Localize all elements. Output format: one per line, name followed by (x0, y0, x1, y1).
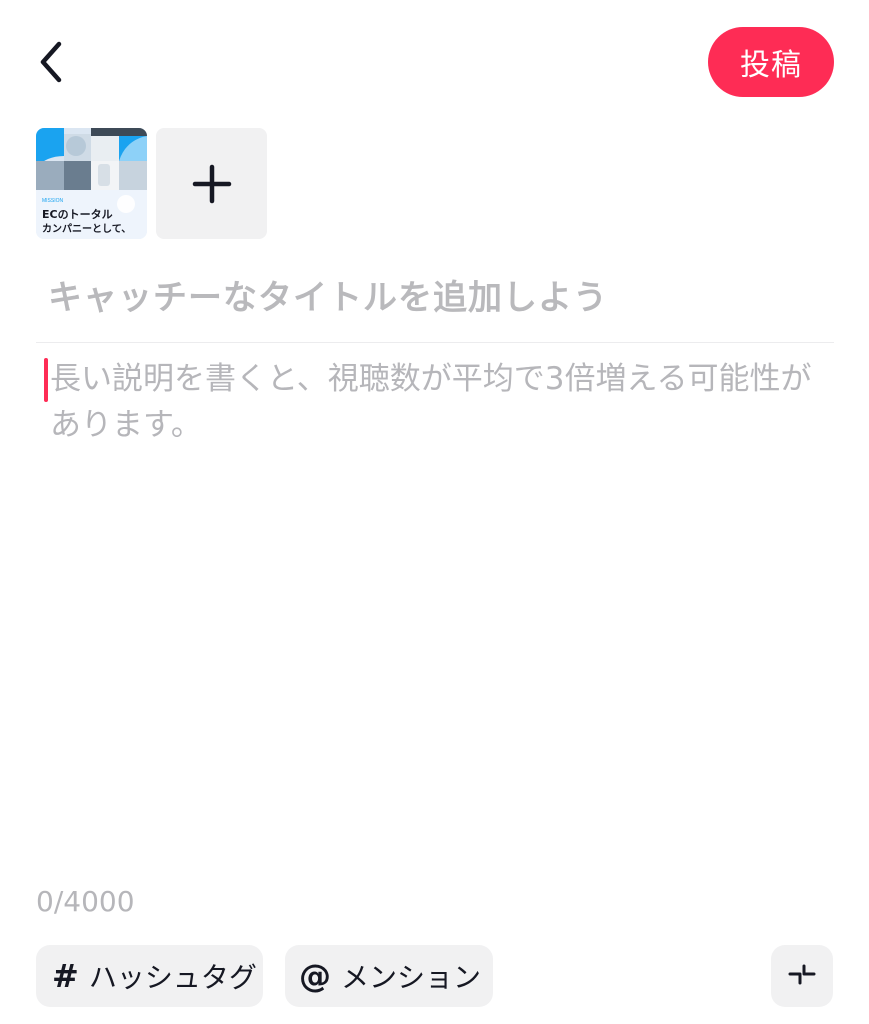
back-button[interactable] (28, 36, 76, 88)
thumbnail-line1: ECのトータル (42, 208, 113, 221)
hashtag-label: ハッシュタグ (88, 961, 257, 994)
post-button[interactable]: 投稿 (708, 27, 834, 97)
text-caret (44, 358, 48, 402)
media-thumbnail[interactable]: MISSION ECのトータル カンパニーとして、 (36, 128, 147, 239)
chevron-left-icon (40, 41, 62, 83)
mention-icon: @ (299, 957, 331, 995)
description-input[interactable]: 長い説明を書くと、視聴数が平均で3倍増える可能性があります。 (50, 356, 820, 448)
collapse-button[interactable] (771, 945, 833, 1007)
mention-button[interactable]: @ メンション (285, 945, 493, 1007)
add-media-button[interactable] (156, 128, 267, 239)
hashtag-icon: # (52, 957, 79, 995)
thumbnail-tag: MISSION (42, 198, 64, 204)
mention-label: メンション (341, 961, 482, 994)
divider (36, 342, 834, 343)
plus-icon (192, 164, 231, 203)
character-counter: 0/4000 (36, 885, 135, 918)
thumbnail-line2: カンパニーとして、 (42, 223, 131, 235)
collapse-icon (788, 964, 816, 985)
hashtag-button[interactable]: # ハッシュタグ (36, 945, 263, 1007)
title-input[interactable]: キャッチーなタイトルを追加しよう (48, 270, 608, 319)
